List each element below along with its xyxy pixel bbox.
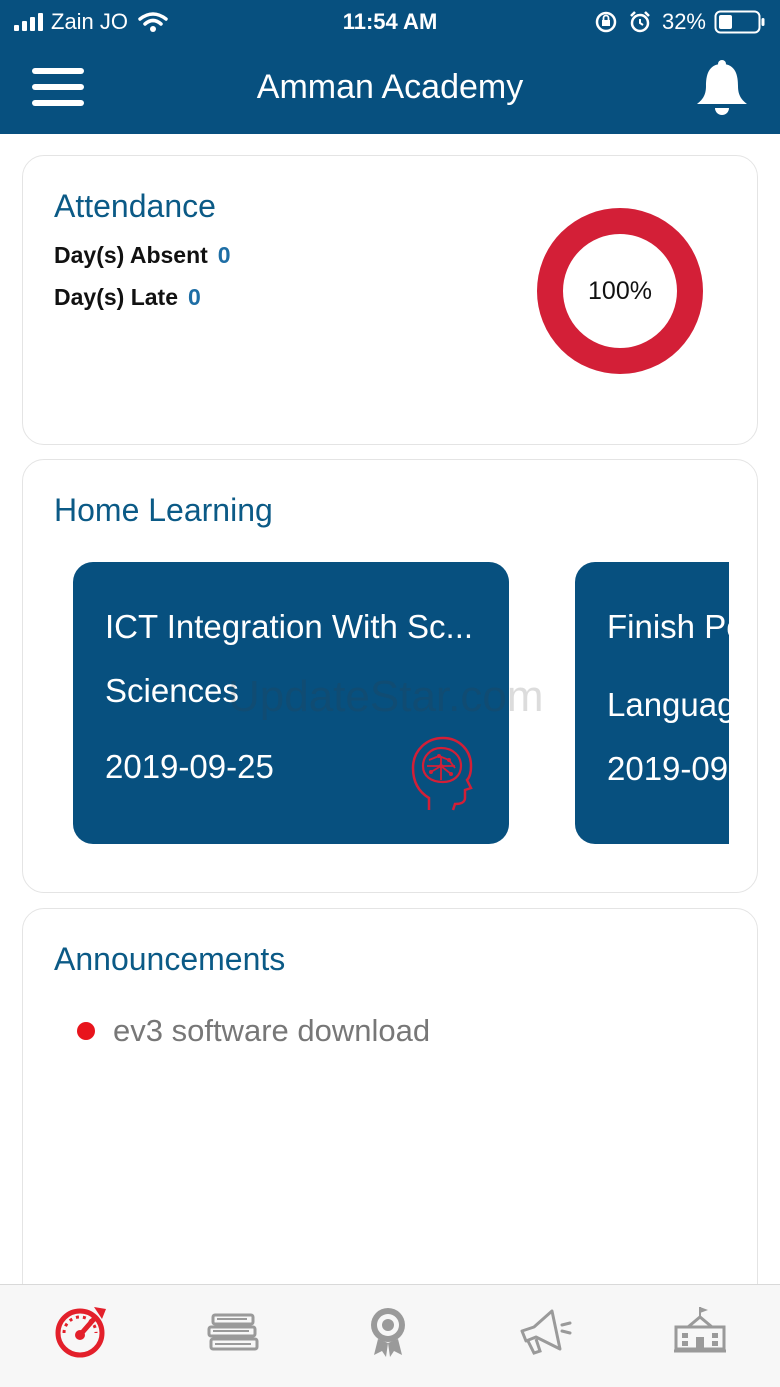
status-bar: Zain JO 11:54 AM 32% <box>0 0 780 44</box>
school-building-icon <box>674 1307 726 1353</box>
assignment-subject: Language <box>607 686 729 723</box>
battery-icon <box>714 10 765 34</box>
assignment-date: 2019-09-25 <box>105 748 274 785</box>
unread-dot-icon <box>77 1022 95 1040</box>
alarm-icon <box>630 11 650 33</box>
days-late-value: 0 <box>187 284 201 310</box>
dashboard-gauge-icon <box>55 1307 106 1358</box>
home-learning-item[interactable]: Finish Poe Language 2019-09- <box>575 562 729 844</box>
app-header: Amman Academy <box>0 44 780 134</box>
tab-dashboard[interactable] <box>50 1301 110 1361</box>
award-badge-icon <box>371 1308 405 1357</box>
bottom-tab-bar <box>0 1284 780 1387</box>
days-absent-value: 0 <box>217 242 231 268</box>
tab-books[interactable] <box>203 1301 263 1361</box>
days-late-row: Day(s) Late 0 <box>54 284 201 311</box>
megaphone-icon <box>520 1309 572 1355</box>
tab-awards[interactable] <box>358 1301 418 1361</box>
attendance-percent: 100% <box>588 276 652 305</box>
days-absent-row: Day(s) Absent 0 <box>54 242 231 269</box>
books-icon <box>207 1313 259 1351</box>
announcements-title: Announcements <box>54 941 286 977</box>
days-absent-label: Day(s) Absent <box>54 242 208 268</box>
announcements-card: Announcements ev3 software download <box>22 908 758 1308</box>
days-late-label: Day(s) Late <box>54 284 178 310</box>
brain-head-icon <box>411 736 473 811</box>
attendance-card[interactable]: Attendance Day(s) Absent 0 Day(s) Late 0 1… <box>22 155 758 445</box>
assignment-subject: Sciences <box>105 672 239 709</box>
app-title: Amman Academy <box>256 68 524 106</box>
rotation-lock-icon <box>595 11 617 33</box>
assignment-title: ICT Integration With Sc... <box>105 608 474 645</box>
attendance-title: Attendance <box>54 188 216 224</box>
assignment-date: 2019-09- <box>607 750 729 787</box>
announcement-item[interactable]: ev3 software download <box>77 1013 430 1049</box>
battery-percent: 32% <box>661 9 706 34</box>
assignment-title: Finish Poe <box>607 608 729 645</box>
notifications-button[interactable] <box>694 58 750 118</box>
status-right: 32% <box>594 9 766 35</box>
home-learning-title: Home Learning <box>54 492 273 528</box>
announcement-text: ev3 software download <box>113 1013 431 1048</box>
bell-icon <box>697 60 747 115</box>
watermark: UpdateStar.com <box>228 672 544 721</box>
tab-announcements[interactable] <box>514 1301 574 1361</box>
tab-school[interactable] <box>670 1301 730 1361</box>
